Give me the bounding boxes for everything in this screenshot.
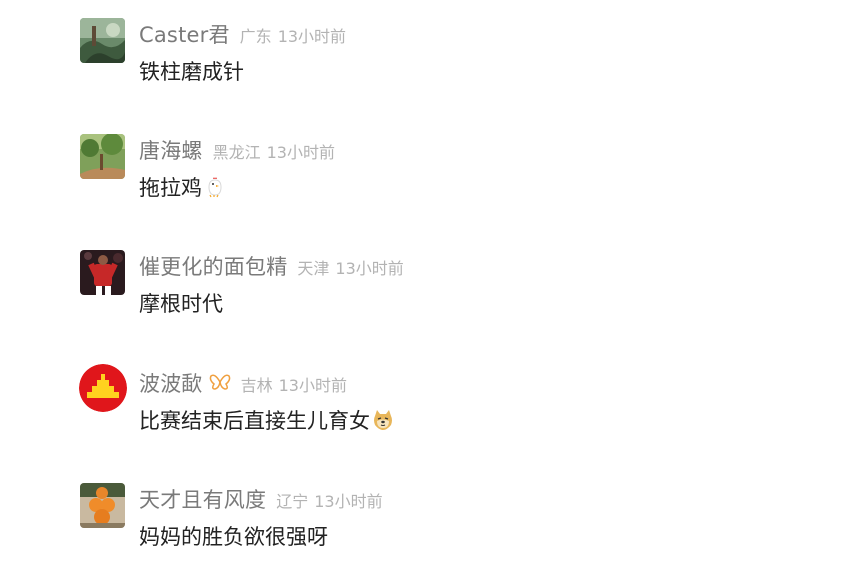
- comment-item: Caster君 广东 13小时前 铁柱磨成针: [80, 18, 780, 84]
- location-label: 吉林: [240, 376, 273, 395]
- username[interactable]: Caster君: [139, 19, 230, 49]
- username[interactable]: 天才且有风度: [139, 484, 266, 514]
- location-label: 辽宁: [276, 492, 309, 511]
- red-yellow-logo-avatar[interactable]: [79, 364, 127, 412]
- comment-body: 铁柱磨成针: [139, 60, 244, 84]
- comment-item: 波波歃 吉林 13小时前 比赛结束后直接生儿育女: [79, 364, 780, 433]
- nature-photo-avatar[interactable]: [80, 18, 125, 63]
- comment-text: 摩根时代: [139, 288, 223, 318]
- location-label: 天津: [297, 259, 330, 278]
- comment-item: 催更化的面包精 天津 13小时前 摩根时代: [80, 250, 780, 316]
- username[interactable]: 波波歃: [139, 368, 203, 398]
- timestamp: 13小时前: [314, 492, 383, 511]
- doge-emoji: [371, 408, 395, 432]
- timestamp: 13小时前: [277, 27, 347, 46]
- comment-text: 拖拉鸡: [139, 172, 227, 202]
- butterfly-badge-icon: [209, 373, 231, 391]
- location-label: 黑龙江: [212, 143, 261, 162]
- comment-body: 妈妈的胜负欲很强呀: [139, 525, 328, 549]
- username[interactable]: 唐海螺: [139, 135, 203, 165]
- comment-meta: 波波歃 吉林 13小时前: [139, 368, 347, 396]
- comment-meta: Caster君 广东 13小时前: [139, 19, 346, 47]
- timestamp: 13小时前: [335, 259, 404, 278]
- comment-meta: 催更化的面包精 天津 13小时前: [139, 251, 404, 279]
- comment-text: 妈妈的胜负欲很强呀: [139, 521, 328, 551]
- chicken-emoji: [203, 175, 227, 199]
- football-player-avatar[interactable]: [80, 250, 125, 295]
- comment-meta: 天才且有风度 辽宁 13小时前: [139, 484, 383, 512]
- comment-body: 摩根时代: [139, 292, 223, 316]
- location-label: 广东: [239, 27, 272, 46]
- comment-item: 天才且有风度 辽宁 13小时前 妈妈的胜负欲很强呀: [80, 483, 780, 549]
- comment-feed: Caster君 广东 13小时前 铁柱磨成针 唐海螺 黑龙江 13小时前 拖拉鸡: [0, 0, 852, 562]
- comment-item: 唐海螺 黑龙江 13小时前 拖拉鸡: [80, 134, 780, 200]
- garden-photo-avatar[interactable]: [80, 134, 125, 179]
- comment-meta: 唐海螺 黑龙江 13小时前: [139, 135, 335, 163]
- orange-figure-avatar[interactable]: [80, 483, 125, 528]
- timestamp: 13小时前: [266, 143, 335, 162]
- comment-text: 比赛结束后直接生儿育女: [139, 405, 395, 435]
- comment-body: 拖拉鸡: [139, 176, 202, 200]
- comment-body: 比赛结束后直接生儿育女: [139, 409, 370, 433]
- comment-text: 铁柱磨成针: [139, 56, 244, 86]
- username[interactable]: 催更化的面包精: [139, 251, 287, 281]
- timestamp: 13小时前: [278, 376, 347, 395]
